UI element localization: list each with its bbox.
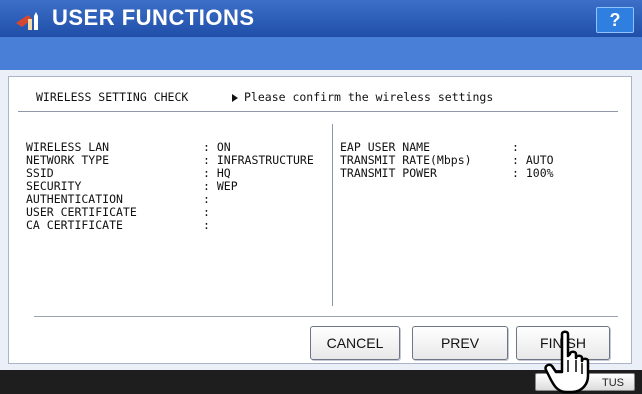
setting-value: : (203, 205, 210, 219)
header-divider (18, 111, 618, 112)
setting-label: TRANSMIT POWER (340, 166, 437, 180)
column-divider (332, 124, 333, 306)
instruction-text: Please confirm the wireless settings (244, 90, 494, 104)
setting-label: CA CERTIFICATE (26, 218, 123, 232)
help-button[interactable]: ? (596, 7, 634, 33)
title-bar: USER FUNCTIONS ? (0, 0, 642, 37)
prev-button[interactable]: PREV (412, 326, 508, 360)
setting-value: : (512, 140, 519, 154)
setting-label: TRANSMIT RATE(Mbps) (340, 153, 472, 167)
setting-value: : INFRASTRUCTURE (203, 153, 314, 167)
setting-value: : HQ (203, 166, 231, 180)
setting-label: USER CERTIFICATE (26, 205, 137, 219)
hand-pointer-icon (544, 330, 590, 394)
setting-label: WIRELESS LAN (26, 140, 110, 154)
setting-value: : AUTO (512, 153, 554, 167)
page-title: USER FUNCTIONS (52, 5, 255, 30)
arrow-right-icon (232, 93, 238, 102)
setting-label: AUTHENTICATION (26, 192, 123, 206)
setting-value: : (203, 192, 210, 206)
setting-label: NETWORK TYPE (26, 153, 110, 167)
setting-label: SECURITY (26, 179, 82, 193)
instruction-message: Please confirm the wireless settings (232, 90, 493, 104)
sub-header-band (0, 37, 642, 70)
user-functions-icon (16, 12, 38, 30)
section-title: WIRELESS SETTING CHECK (36, 90, 189, 104)
screen: USER FUNCTIONS ? WIRELESS SETTING CHECK … (0, 0, 642, 394)
setting-value: : 100% (512, 166, 554, 180)
button-area-divider (34, 316, 618, 317)
cancel-button[interactable]: CANCEL (310, 326, 400, 360)
setting-value: : ON (203, 140, 231, 154)
setting-label: SSID (26, 166, 54, 180)
setting-value: : (203, 218, 210, 232)
setting-value: : WEP (203, 179, 238, 193)
setting-label: EAP USER NAME (340, 140, 431, 154)
